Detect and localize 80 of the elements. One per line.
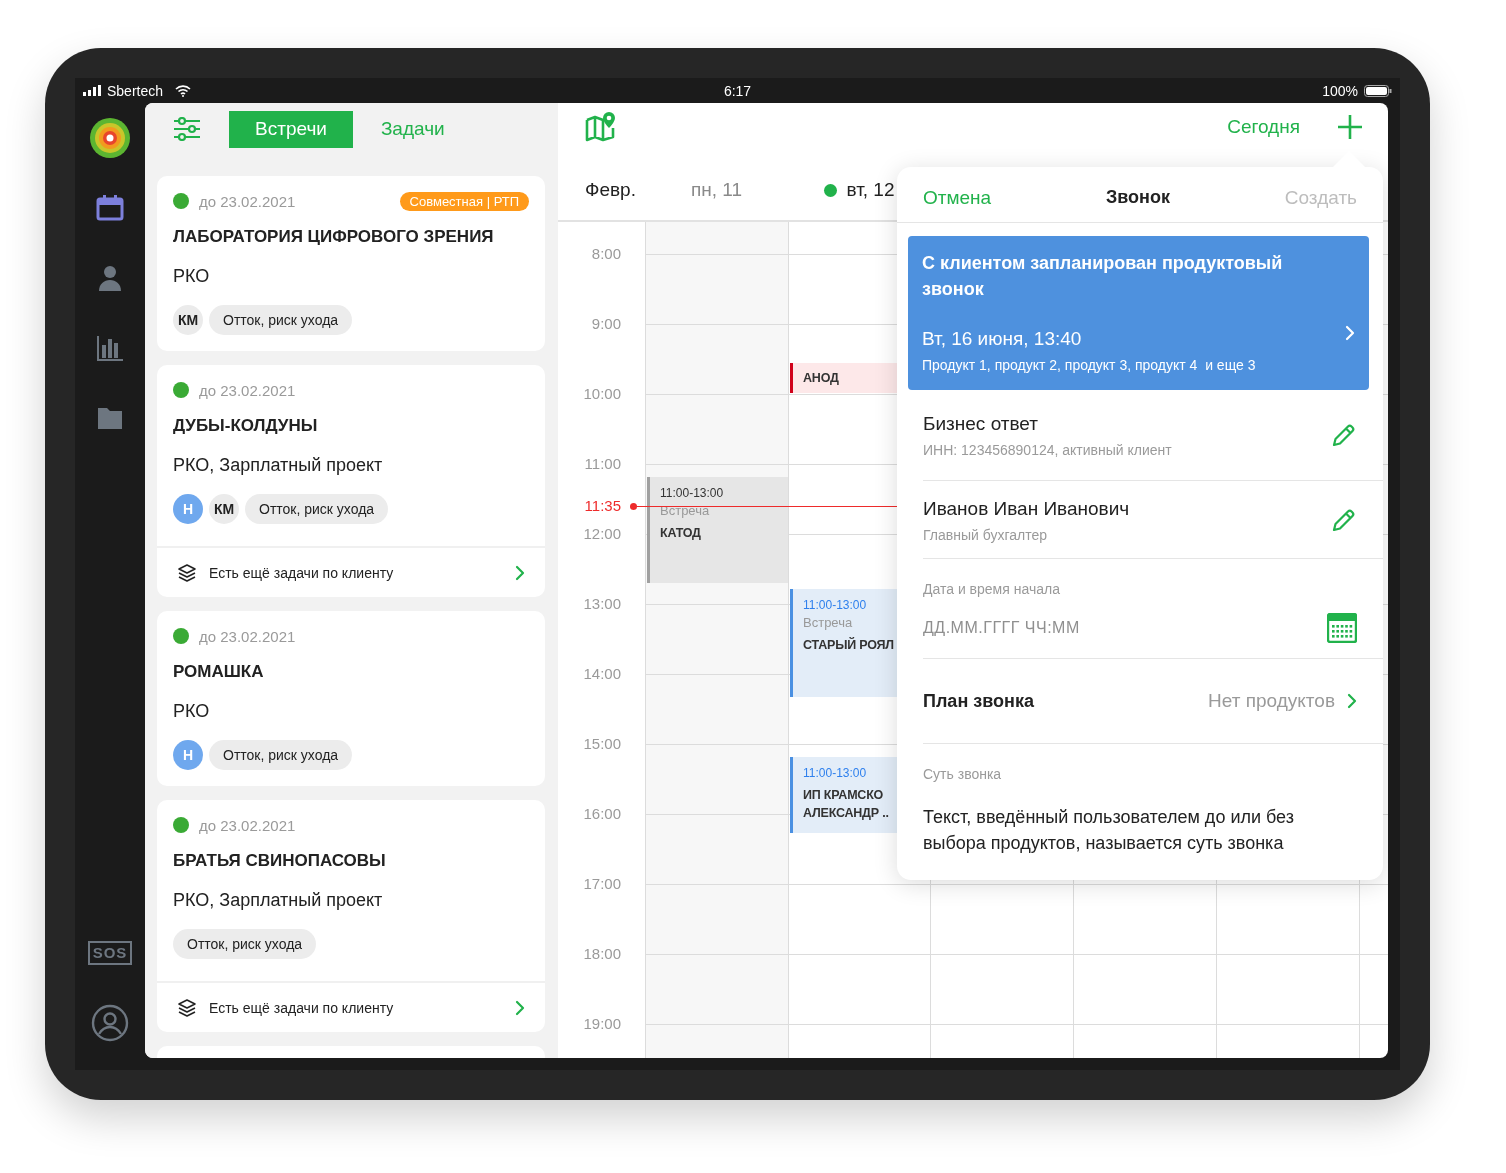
hour-label: 14:00 [583, 665, 621, 682]
carrier-name: Sbertech [107, 82, 164, 99]
contact-detail: ИНН: 123456890124, активный клиент [923, 442, 1173, 458]
due-date: до 23.02.2021 [199, 627, 296, 645]
task-card[interactable]: до 23.02.2021 РОМАШКА РКО Н Отток, риск ухода [157, 611, 545, 786]
chevron-right-icon [515, 999, 525, 1016]
product-list: РКО, Зарплатный проект [173, 888, 529, 912]
product-list: РКО [173, 264, 529, 288]
event-time: 11:00-13:00 [803, 597, 868, 614]
task-card[interactable]: до 23.02.2021 ДУБЫ-КОЛДУНЫ РКО, Зарплатный проект Н КМ Отток, риск ухода Есть ещё задачи по клиенту [157, 365, 545, 597]
hour-label: 9:00 [591, 315, 621, 332]
day-label[interactable]: вт, 12 [846, 179, 895, 201]
calendar-icon[interactable] [95, 193, 125, 223]
event-type: Встреча [660, 502, 711, 520]
more-tasks-link[interactable]: Есть ещё задачи по клиенту [157, 546, 545, 597]
signal-icon [83, 85, 101, 96]
layers-icon [177, 997, 197, 1018]
contact-detail: Главный бухгалтер [923, 526, 1048, 543]
due-date: до 23.02.2021 [199, 192, 296, 210]
event-time: 11:00-13:00 [660, 485, 725, 502]
sos-button[interactable]: SOS [87, 941, 133, 965]
logo-icon[interactable] [90, 118, 130, 158]
event-title: АНОД [803, 370, 840, 387]
battery-percent: 100% [1322, 82, 1358, 99]
layers-icon [177, 562, 197, 583]
hour-label: 11:00 [584, 455, 621, 472]
add-button[interactable] [1338, 114, 1362, 139]
map-pin-icon[interactable] [585, 111, 617, 142]
client-name: ДУБЫ-КОЛДУНЫ [173, 415, 319, 437]
task-card[interactable]: до 23.02.2021 БРАТЬЯ СВИНОПАСОВЫ РКО, Зарплатный проект Отток, риск ухода Есть ещё задачи по клиенту [157, 800, 545, 1032]
event-title: ИП КРАМСКО АЛЕКСАНДР .. [803, 787, 890, 822]
hour-label: 15:00 [583, 735, 621, 752]
risk-tag: Отток, риск ухода [209, 305, 353, 335]
hour-label: 12:00 [583, 525, 621, 542]
battery-icon [1364, 84, 1392, 97]
calendar-event[interactable]: 11:00-13:00 Встреча КАТОД [647, 477, 788, 583]
initials-avatar: КМ [209, 494, 239, 524]
initials-avatar: Н [173, 740, 203, 770]
contact-name: Бизнес ответ [923, 412, 1039, 436]
profile-icon[interactable] [91, 1004, 129, 1042]
client-name: БРАТЬЯ СВИНОПАСОВЫ [173, 850, 387, 872]
chevron-right-icon [1345, 325, 1355, 341]
client-name: ЛАБОРАТОРИЯ ЦИФРОВОГО ЗРЕНИЯ [173, 226, 495, 248]
product-list: РКО, Зарплатный проект [173, 453, 529, 477]
pencil-icon[interactable] [1331, 422, 1357, 448]
hour-label: 13:00 [583, 595, 621, 612]
risk-tag: Отток, риск ухода [173, 929, 317, 959]
initials-avatar: Н [173, 494, 203, 524]
hour-label: 8:00 [591, 245, 621, 262]
joint-badge: Совместная | РТП [399, 191, 529, 211]
chart-icon[interactable] [95, 333, 125, 363]
current-time: 11:35 [583, 496, 621, 516]
filter-icon[interactable] [173, 117, 201, 141]
hour-label: 19:00 [583, 1015, 621, 1032]
risk-tag: Отток, риск ухода [209, 740, 353, 770]
client-name: РОМАШКА [173, 661, 265, 683]
task-card[interactable]: до 23.02.2021 Совместная | РТП ЛАБОРАТОРИЯ ЦИФРОВОГО ЗРЕНИЯ РКО КМ Отток, риск ухода [157, 176, 545, 351]
month-label: Февр. [584, 179, 637, 201]
hour-label: 18:00 [583, 945, 621, 962]
event-title: СТАРЫЙ РОЯЛ [803, 636, 895, 654]
due-date: до 23.02.2021 [199, 381, 296, 399]
wifi-icon [175, 84, 192, 97]
event-time: 11:00-13:00 [803, 765, 868, 782]
event-type: Встреча [803, 614, 854, 632]
popover-title: Звонок [1106, 187, 1170, 208]
more-tasks-link[interactable]: Есть ещё задачи по клиенту [157, 981, 545, 1032]
due-date: до 23.02.2021 [199, 816, 296, 834]
risk-tag: Отток, риск ухода [245, 494, 389, 524]
calendar-icon[interactable] [1327, 613, 1357, 643]
event-title: КАТОД [660, 525, 702, 542]
hour-label: 16:00 [583, 805, 621, 822]
day-label[interactable]: пн, 11 [690, 179, 743, 201]
chevron-right-icon [515, 564, 525, 581]
chevron-right-icon [1347, 693, 1357, 709]
clock-time: 6:17 [723, 82, 752, 99]
initials-avatar: КМ [173, 305, 203, 335]
product-list: РКО [173, 699, 529, 723]
hour-label: 10:00 [583, 385, 621, 402]
hour-label: 17:00 [583, 875, 621, 892]
contact-name: Иванов Иван Иванович [923, 496, 1131, 521]
